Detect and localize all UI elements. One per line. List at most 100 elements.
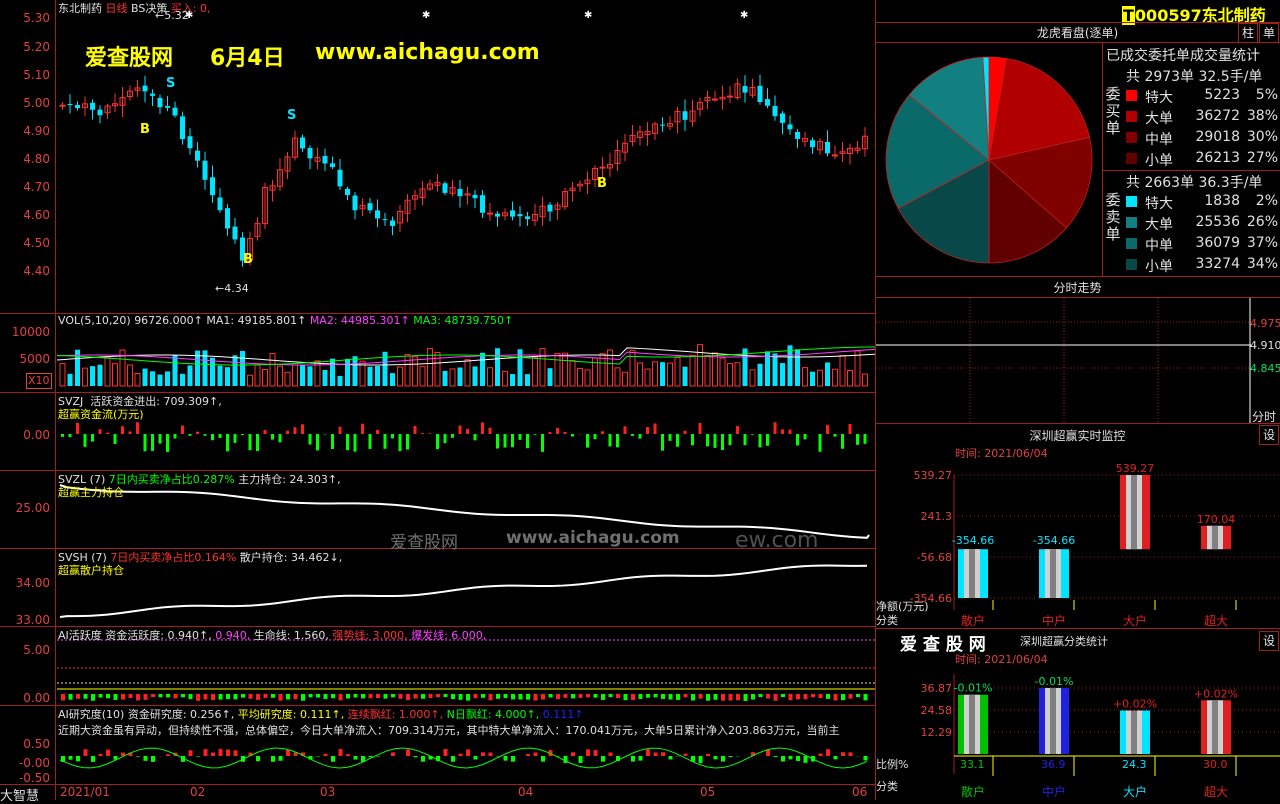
volume-bar [833,369,838,386]
active-bar [429,694,433,698]
kline-candle [150,94,155,96]
active-bar [721,694,725,701]
volume-bar [293,365,298,386]
flow-bar [744,434,747,445]
flow-bar [211,434,214,440]
flow-bar [496,434,499,449]
volume-bar [210,358,215,386]
price-tick: 4.50 [0,236,50,250]
volume-bar [420,366,425,386]
research-bar [646,749,650,756]
kline-candle [443,183,448,193]
volume-bar [188,365,193,386]
volume-bar [653,362,658,386]
active-bar [489,694,493,700]
retail-holding-line [60,566,867,617]
flow-bar [646,427,649,434]
volume-bar [458,367,463,386]
active-bar [856,694,860,697]
volume-bar [848,370,853,386]
period-label[interactable]: 日线 [106,2,128,15]
kline-candle [68,104,73,105]
volume-bar [60,364,65,386]
x-tick: 05 [700,785,715,799]
active-bar [301,694,305,701]
kline-candle [495,214,500,217]
watermark-site: 爱查股网 [85,40,173,72]
x-tick: 02 [190,785,205,799]
research-bar [714,756,718,759]
active-bar [151,694,155,697]
ai-research-tick: -0.00 [0,756,50,770]
dragon-title: 龙虎看盘(逐单) [875,24,1280,41]
research-bar [339,749,343,756]
flow-bar [721,434,724,450]
volume-bar [308,366,313,386]
order-total: 共 2663单 36.3手/单 [1126,172,1262,192]
order-type: 特大 [1145,193,1173,213]
volume-bar [570,360,575,386]
star-marker: ✱ [422,10,430,21]
price-tick: 4.40 [0,264,50,278]
intraday-tick: 4.975 [1250,317,1280,330]
flow-bar [676,434,679,447]
active-bar [474,694,478,698]
active-bar [144,694,148,700]
classify-settings-button[interactable]: 设 [1259,631,1279,651]
kline-candle [90,103,95,110]
kline-candle [795,132,800,139]
kline-candle [225,208,230,228]
flow-bar [114,434,117,444]
flow-bar [399,434,402,451]
research-bar [669,756,673,759]
kline-candle [743,86,748,93]
high-price-mark: ←5.32 [155,9,189,22]
active-bar [69,694,73,700]
active-bar [849,694,853,699]
active-bar [361,694,365,698]
active-bar [549,694,553,697]
monitor-settings-button[interactable]: 设 [1259,425,1279,445]
classify-category: 超大 [1204,784,1228,799]
active-bar [459,694,463,700]
flow-bar [556,428,559,434]
order-percent: 37% [1240,235,1278,251]
flow-bar [196,432,199,434]
intraday-chart[interactable] [876,298,1251,423]
volume-bar [780,363,785,386]
research-bar [106,750,110,756]
flow-bar [361,424,364,434]
active-bar [534,694,538,701]
active-bar [136,694,140,700]
research-bar [534,752,538,756]
volume-bar [825,362,830,386]
volume-bar [773,353,778,386]
kline-candle [488,213,493,214]
active-bar [496,694,500,699]
order-pie-chart [876,43,1102,276]
volume-bar [390,373,395,386]
research-bar [489,752,493,756]
kline-candle [383,219,388,220]
active-bar [324,694,328,699]
side-button-bar[interactable]: 柱 [1238,23,1258,43]
kline-candle [525,216,530,219]
volume-bar [683,367,688,386]
legend-swatch [1126,259,1137,270]
research-bar [654,752,658,756]
active-bar [511,694,515,699]
left-axis [0,0,56,800]
flow-bar [369,434,372,449]
active-bar [279,694,283,701]
flow-bar [466,429,469,434]
research-bar [474,756,478,760]
volume-bar [630,350,635,386]
order-percent: 38% [1240,108,1278,124]
side-button-order[interactable]: 单 [1259,23,1279,43]
divider [875,276,1280,277]
flow-bar [856,434,859,445]
order-percent: 2% [1240,193,1278,209]
research-bar [459,754,463,756]
monitor-ylabel: 净额(万元) [876,599,929,613]
classify-delta: -0.01% [1035,675,1074,688]
